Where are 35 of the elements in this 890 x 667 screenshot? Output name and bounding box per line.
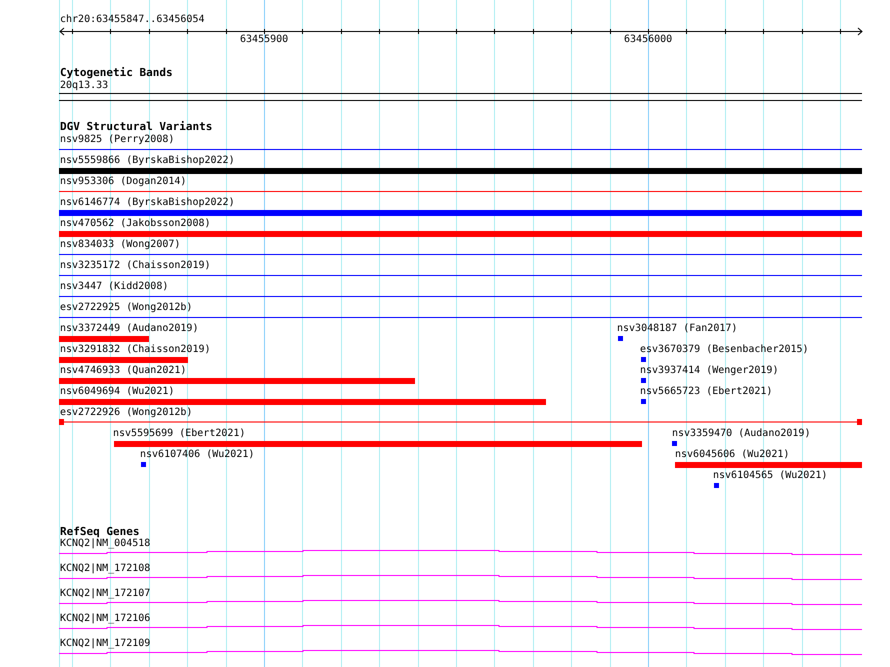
variant-label: nsv834033 (Wong2007) [60, 240, 180, 250]
band-label: 20q13.33 [60, 81, 108, 91]
track-title: DGV Structural Variants [60, 121, 212, 133]
variant-label: nsv5559866 (ByrskaBishop2022) [60, 156, 235, 166]
variant-label: nsv3291832 (Chaisson2019) [60, 345, 211, 355]
variant-label: nsv9825 (Perry2008) [60, 135, 174, 145]
gene-label: KCNQ2|NM_172107 [60, 589, 150, 599]
variant-label: nsv6049694 (Wu2021) [60, 387, 174, 397]
gene-label: KCNQ2|NM_172106 [60, 614, 150, 624]
variant-label: nsv6104565 (Wu2021) [713, 471, 828, 481]
gene-label: KCNQ2|NM_172108 [60, 564, 150, 574]
variant-label: nsv6146774 (ByrskaBishop2022) [60, 198, 235, 208]
variant-label: nsv5665723 (Ebert2021) [640, 387, 772, 397]
variant-label: nsv3359470 (Audano2019) [672, 429, 810, 439]
variant-label: nsv3447 (Kidd2008) [60, 282, 168, 292]
variant-label: nsv5595699 (Ebert2021) [113, 429, 246, 439]
variant-label: nsv3937414 (Wenger2019) [640, 366, 778, 376]
variant-label: nsv6045606 (Wu2021) [675, 450, 790, 460]
variant-label: nsv4746933 (Quan2021) [60, 366, 186, 376]
variant-label: nsv953306 (Dogan2014) [60, 177, 186, 187]
variant-label: esv2722926 (Wong2012b) [60, 408, 192, 418]
track-title: Cytogenetic Bands [60, 67, 173, 79]
variant-label: esv3670379 (Besenbacher2015) [640, 345, 809, 355]
gene-label: KCNQ2|NM_172109 [60, 639, 150, 649]
gene-label: KCNQ2|NM_004518 [60, 539, 150, 549]
variant-label: nsv3235172 (Chaisson2019) [60, 261, 211, 271]
location-label: chr20:63455847..63456054 [60, 15, 204, 25]
variant-label: nsv470562 (Jakobsson2008) [60, 219, 211, 229]
tick-label: 63455900 [240, 35, 288, 45]
variant-label: nsv6107406 (Wu2021) [140, 450, 254, 460]
variant-label: esv2722925 (Wong2012b) [60, 303, 192, 313]
variant-label: nsv3372449 (Audano2019) [60, 324, 198, 334]
tick-label: 63456000 [624, 35, 672, 45]
track-title: RefSeq Genes [60, 526, 140, 538]
variant-label: nsv3048187 (Fan2017) [617, 324, 738, 334]
